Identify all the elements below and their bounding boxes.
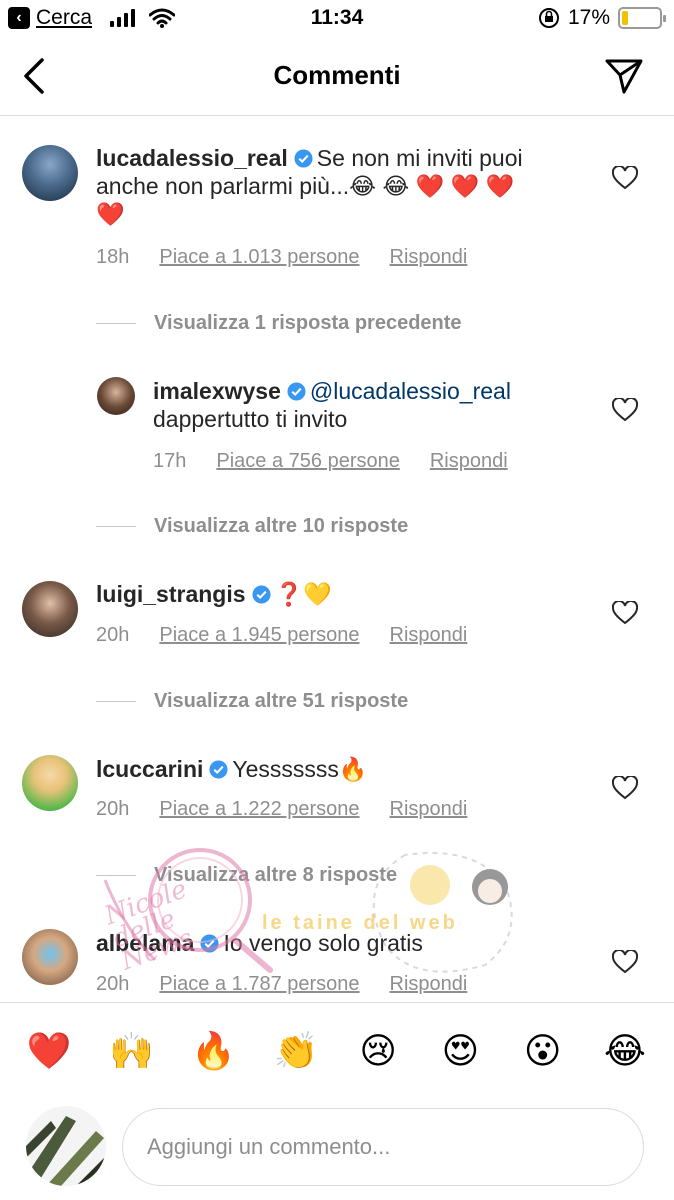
comment-text: albelama Io vengo solo gratis [96, 929, 596, 957]
reaction-crying-emoji[interactable]: 😢 [353, 1030, 403, 1072]
battery-icon [618, 7, 666, 29]
reaction-heart-eyes-emoji[interactable]: 😍 [435, 1030, 485, 1072]
comment-text: luigi_strangis ❓💛 [96, 580, 596, 608]
avatar[interactable] [22, 755, 78, 811]
view-replies-label: Visualizza altre 51 risposte [154, 690, 409, 712]
reaction-laughing-emoji[interactable]: 😂 [600, 1030, 650, 1072]
verified-badge-icon [209, 760, 228, 779]
comment-time: 20h [96, 624, 130, 646]
reply-link[interactable]: Rispondi [390, 973, 468, 996]
reaction-surprised-emoji[interactable]: 😮 [518, 1030, 568, 1072]
reply-link[interactable]: Rispondi [390, 246, 468, 269]
view-replies-button[interactable]: Visualizza 1 risposta precedente [96, 312, 462, 335]
view-replies-button[interactable]: Visualizza altre 10 risposte [96, 515, 408, 538]
reaction-clap-emoji[interactable]: 👏 [271, 1030, 321, 1072]
comment-username[interactable]: luigi_strangis [96, 581, 246, 607]
page-title: Commenti [273, 60, 401, 90]
orientation-lock-icon [538, 8, 559, 28]
comment-username[interactable]: albelama [96, 930, 194, 956]
like-heart-icon[interactable] [612, 776, 638, 800]
avatar[interactable] [22, 145, 78, 201]
comment-body: anche non parlarmi più...😂 😂 ❤️ ❤️ ❤️ [96, 173, 515, 199]
comment-time: 20h [96, 798, 130, 820]
comment-input[interactable]: Aggiungi un commento... [122, 1108, 644, 1186]
reaction-fire-emoji[interactable]: 🔥 [189, 1030, 239, 1072]
comment-composer: Aggiungi un commento... [0, 1100, 674, 1200]
comment-body: dappertutto ti invito [153, 406, 348, 432]
comment-username[interactable]: imalexwyse [153, 378, 281, 404]
battery-level [622, 11, 629, 25]
comment-body: Yesssssss🔥 [232, 756, 368, 782]
avatar[interactable] [97, 377, 135, 415]
comment-text: imalexwyse @lucadalessio_real dappertutto… [153, 377, 593, 433]
header: Commenti [0, 40, 674, 116]
comment-body: ❤️ [96, 201, 125, 227]
likes-link[interactable]: Piace a 1.787 persone [159, 973, 359, 996]
likes-link[interactable]: Piace a 1.222 persone [159, 798, 359, 821]
comment-body: ❓💛 [274, 581, 332, 607]
likes-link[interactable]: Piace a 1.013 persone [159, 246, 359, 269]
status-bar: ‹ Cerca 11:34 17% [0, 0, 674, 38]
likes-link[interactable]: Piace a 1.945 persone [159, 624, 359, 647]
view-replies-label: Visualizza altre 8 risposte [154, 864, 398, 886]
comment-body: Se non mi inviti puoi [316, 145, 523, 171]
reaction-heart-emoji[interactable]: ❤️ [24, 1030, 74, 1072]
comment-time: 20h [96, 973, 130, 995]
avatar-image [26, 1106, 106, 1186]
reply-link[interactable]: Rispondi [390, 798, 468, 821]
comment-username[interactable]: lcuccarini [96, 756, 203, 782]
divider [96, 875, 136, 876]
verified-badge-icon [294, 149, 313, 168]
divider [96, 526, 136, 527]
reply-link[interactable]: Rispondi [390, 624, 468, 647]
like-heart-icon[interactable] [612, 166, 638, 190]
view-replies-button[interactable]: Visualizza altre 51 risposte [96, 690, 408, 713]
send-icon[interactable] [604, 56, 644, 96]
comment-body: Io vengo solo gratis [223, 930, 423, 956]
mention-link[interactable]: @lucadalessio_real [310, 378, 511, 404]
comment-username[interactable]: lucadalessio_real [96, 145, 288, 171]
battery-percent: 17% [567, 6, 610, 29]
my-avatar [26, 1106, 106, 1186]
avatar[interactable] [22, 929, 78, 985]
watermark-logo-left [103, 848, 273, 973]
reaction-raised-hands-emoji[interactable]: 🙌 [106, 1030, 156, 1072]
likes-link[interactable]: Piace a 756 persone [216, 450, 399, 473]
verified-badge-icon [287, 382, 306, 401]
reply-link[interactable]: Rispondi [430, 450, 508, 473]
quick-reactions-bar: ❤️ 🙌 🔥 👏 😢 😍 😮 😂 [0, 1002, 674, 1098]
divider [96, 323, 136, 324]
comment-text: lcuccarini Yesssssss🔥 [96, 755, 596, 783]
comment-text: lucadalessio_real Se non mi inviti puoi a… [96, 144, 606, 228]
like-heart-icon[interactable] [612, 950, 638, 974]
comment-input-placeholder: Aggiungi un commento... [147, 1134, 391, 1159]
view-replies-label: Visualizza 1 risposta precedente [154, 312, 462, 334]
comment-time: 17h [153, 450, 187, 472]
verified-badge-icon [252, 585, 271, 604]
view-replies-button[interactable]: Visualizza altre 8 risposte [96, 864, 397, 887]
verified-badge-icon [200, 934, 219, 953]
view-replies-label: Visualizza altre 10 risposte [154, 515, 409, 537]
like-heart-icon[interactable] [612, 601, 638, 625]
avatar[interactable] [22, 581, 78, 637]
like-heart-icon[interactable] [612, 398, 638, 422]
comment-time: 18h [96, 246, 130, 268]
divider [96, 701, 136, 702]
